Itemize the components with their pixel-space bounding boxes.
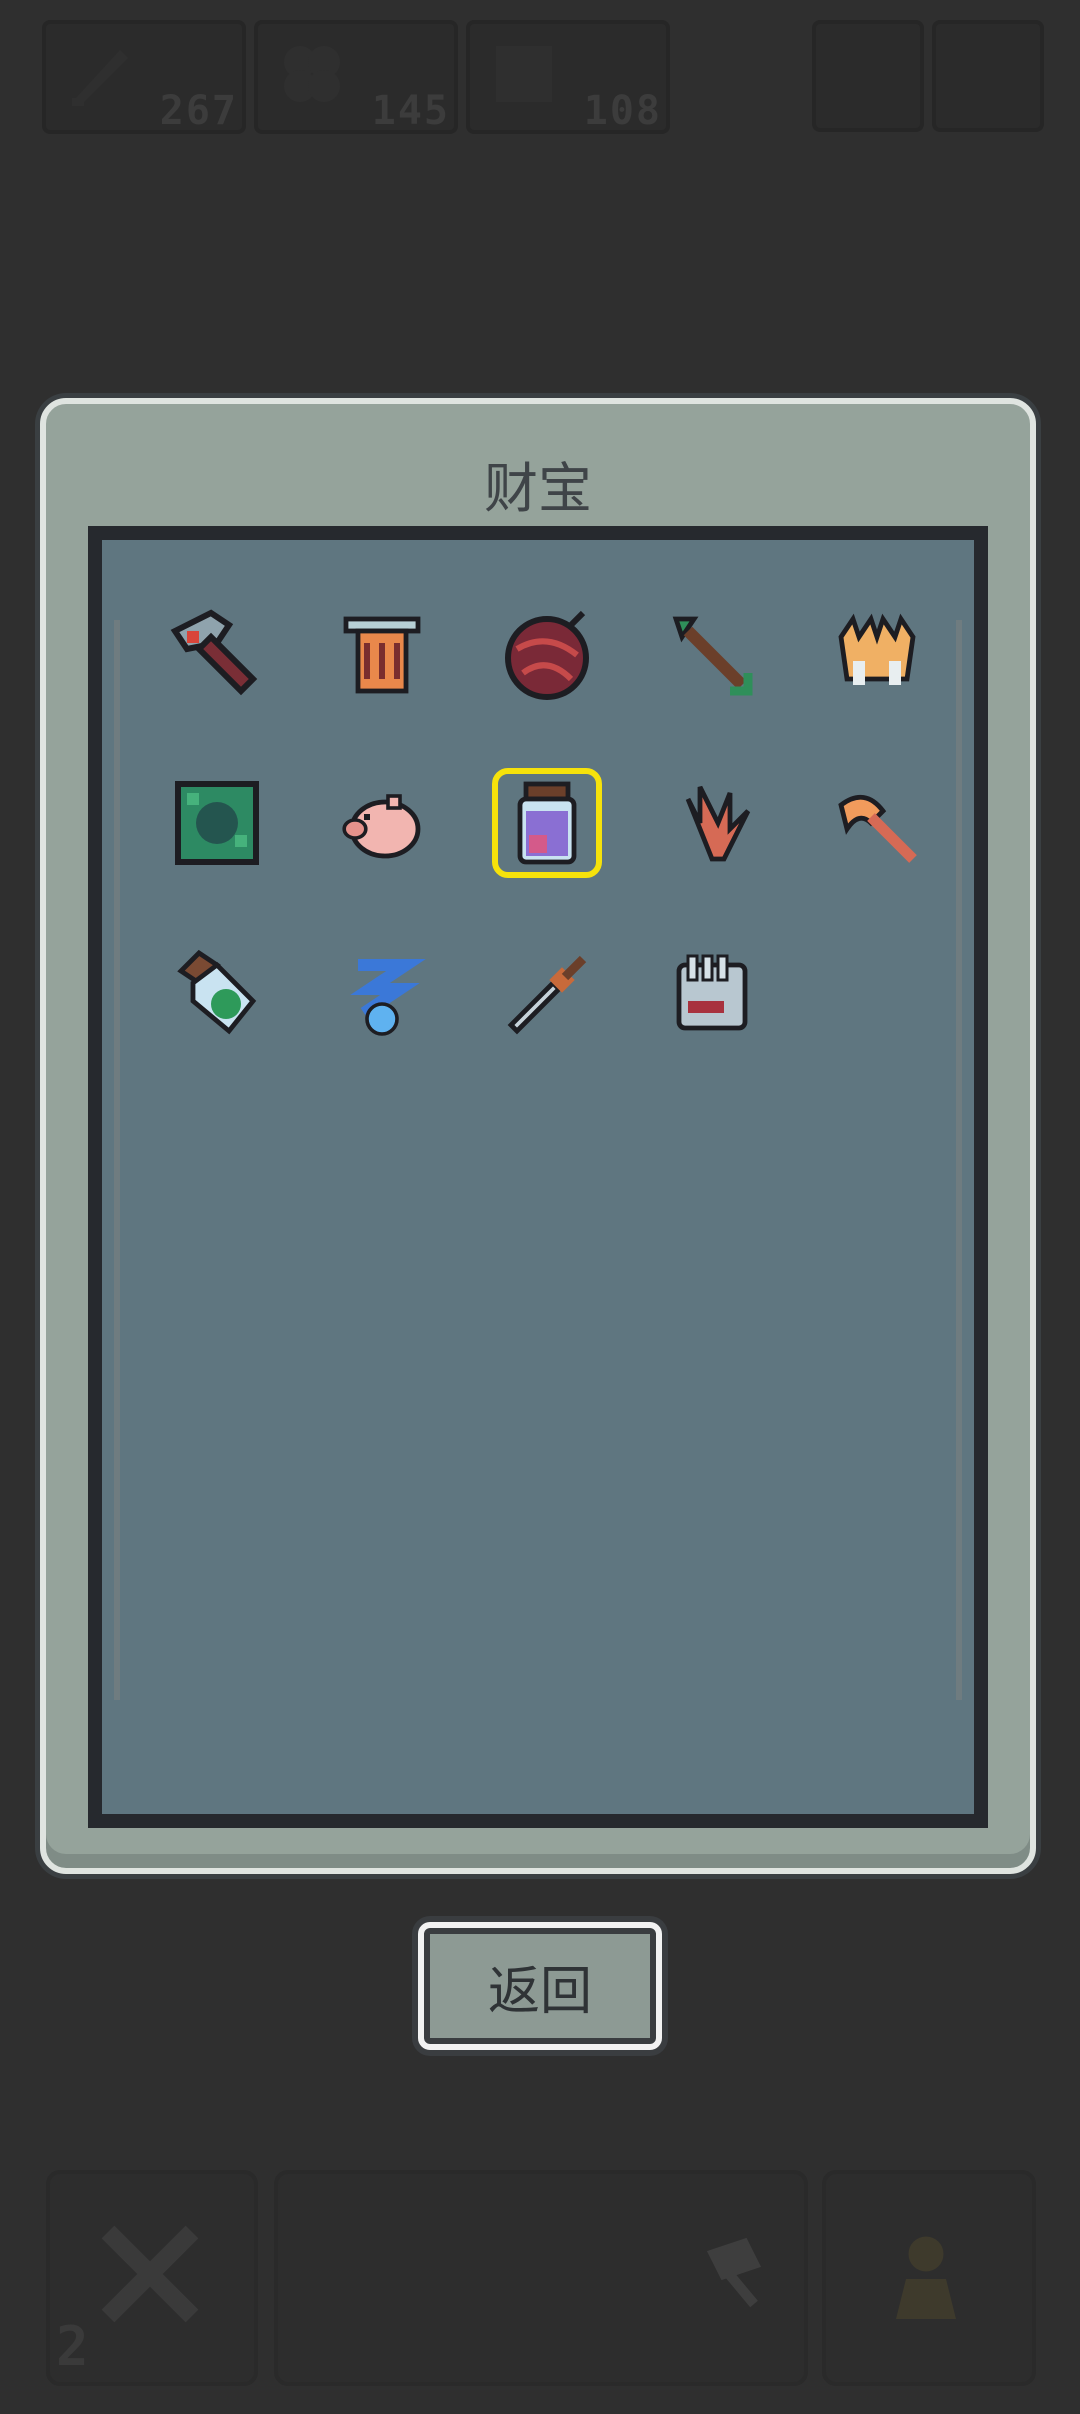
lantern-icon	[343, 616, 421, 694]
dagger-icon	[507, 955, 587, 1035]
bottom-nav: 2	[46, 2170, 1036, 2386]
treasure-slot[interactable]	[327, 940, 437, 1050]
token-icon	[496, 46, 552, 102]
frame-rail	[114, 620, 120, 1700]
pig-icon	[342, 794, 421, 859]
treasure-slot[interactable]	[162, 940, 272, 1050]
arrow-icon	[672, 616, 753, 696]
back-button[interactable]: 返回	[418, 1922, 662, 2050]
treasure-slot[interactable]	[822, 768, 932, 878]
treasure-slot[interactable]	[492, 940, 602, 1050]
treasure-slot-selected[interactable]	[492, 768, 602, 878]
treasure-slot[interactable]	[822, 600, 932, 710]
feather-icon	[72, 50, 128, 106]
treasure-panel: 财宝	[40, 398, 1036, 1874]
nav-character-button[interactable]	[822, 2170, 1036, 2386]
crossed-swords-icon	[101, 2225, 199, 2323]
nav-center-button[interactable]	[274, 2170, 808, 2386]
resource-value: 267	[159, 88, 238, 134]
axe-icon	[838, 795, 917, 863]
treasure-slot[interactable]	[327, 768, 437, 878]
treasure-slot[interactable]	[327, 600, 437, 710]
frame-rail	[956, 620, 962, 1700]
resource-bar: 267 145 108	[42, 20, 1044, 134]
resource-feather: 267	[42, 20, 246, 134]
feather-leaf-icon	[685, 785, 751, 862]
hud-button-left[interactable]	[812, 20, 924, 132]
treasure-slot[interactable]	[657, 940, 767, 1050]
resource-value: 145	[371, 88, 450, 134]
treasure-screen: 267 145 108 财宝 返回 2	[0, 0, 1080, 2414]
resource-token: 108	[466, 20, 670, 134]
character-icon	[896, 2236, 956, 2319]
resource-clover: 145	[254, 20, 458, 134]
treasure-slot[interactable]	[162, 768, 272, 878]
nav-count: 2	[56, 2315, 89, 2378]
panel-title: 财宝	[484, 457, 592, 520]
treasure-slot[interactable]	[657, 768, 767, 878]
moss-block-icon	[175, 781, 259, 865]
green-bottle-icon	[177, 949, 257, 1035]
blue-swirl-icon	[350, 959, 426, 1036]
clover-icon	[284, 46, 340, 102]
hud-button-right[interactable]	[932, 20, 1044, 132]
resource-value: 108	[583, 88, 662, 134]
hammer-icon	[170, 609, 258, 696]
yarn-ball-icon	[505, 610, 589, 700]
treasure-slot[interactable]	[492, 600, 602, 710]
treasure-grid-frame	[88, 526, 988, 1828]
crown-claw-icon	[838, 613, 916, 685]
gauntlet-icon	[676, 954, 748, 1031]
hammer-icon	[706, 2237, 762, 2308]
potion-jar-icon	[517, 781, 577, 865]
nav-battle-button[interactable]: 2	[46, 2170, 258, 2386]
treasure-slot[interactable]	[162, 600, 272, 710]
treasure-slot[interactable]	[657, 600, 767, 710]
